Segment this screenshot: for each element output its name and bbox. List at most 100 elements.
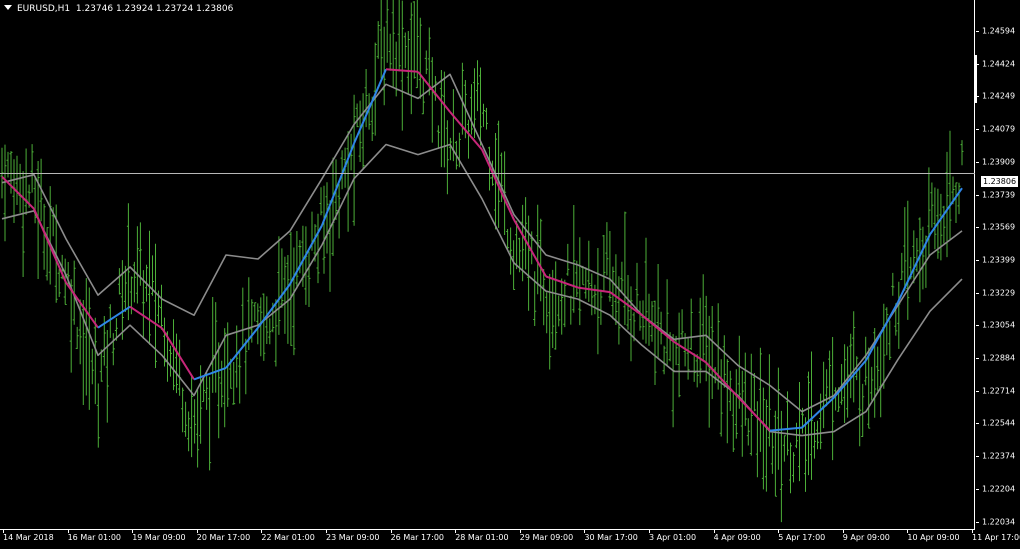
price-bar xyxy=(232,362,236,405)
price-bar xyxy=(433,76,437,101)
price-bar xyxy=(680,309,684,338)
price-bar xyxy=(328,200,332,292)
price-bar xyxy=(587,240,591,302)
price-bar xyxy=(382,26,386,106)
price-bar xyxy=(581,265,585,286)
price-bar xyxy=(888,320,892,360)
price-bar xyxy=(740,370,744,457)
trend-up-segment xyxy=(833,359,867,399)
price-axis-label: 1.24079 xyxy=(982,124,1016,134)
price-bar xyxy=(84,278,88,396)
price-bar xyxy=(238,350,242,404)
trend-down-segment xyxy=(161,327,195,380)
price-bar xyxy=(674,335,678,366)
price-bar xyxy=(439,70,443,168)
price-bar xyxy=(822,361,826,429)
price-bar xyxy=(3,144,7,242)
price-bar xyxy=(430,57,434,143)
price-bar xyxy=(319,187,323,216)
price-bar xyxy=(653,300,657,385)
price-bar xyxy=(412,1,416,79)
price-bar xyxy=(698,297,702,384)
chart-area[interactable]: EURUSD,H1 1.23746 1.23924 1.23724 1.2380… xyxy=(0,0,975,530)
time-axis-label: 22 Mar 01:00 xyxy=(261,533,315,542)
price-axis[interactable]: 1.24594 1.24424 1.24249 1.24079 1.23909 1.237… xyxy=(976,0,1020,530)
dropdown-triangle-icon[interactable] xyxy=(4,5,12,10)
time-axis-label: 10 Apr 09:00 xyxy=(907,533,960,542)
price-bar xyxy=(93,317,97,405)
price-bar xyxy=(208,376,212,471)
price-bar xyxy=(897,281,901,349)
price-bar xyxy=(331,157,335,256)
time-axis-label: 11 Apr 17:00 xyxy=(972,533,1020,542)
price-bar xyxy=(816,420,819,450)
price-bar xyxy=(825,369,829,407)
price-bar xyxy=(629,286,633,362)
price-bar xyxy=(18,163,22,213)
price-tick xyxy=(976,521,979,523)
price-bar xyxy=(479,67,482,146)
price-bar xyxy=(903,207,907,291)
price-bar xyxy=(734,369,738,439)
symbol-header[interactable]: EURUSD,H1 1.23746 1.23924 1.23724 1.2380… xyxy=(4,4,233,14)
price-bar xyxy=(596,248,600,355)
price-bar xyxy=(361,93,365,169)
price-tick xyxy=(976,456,979,458)
price-bar xyxy=(605,222,609,276)
price-bar xyxy=(117,268,121,295)
price-bar xyxy=(30,144,34,193)
trend-down-segment xyxy=(129,305,163,330)
price-bar xyxy=(223,328,227,428)
price-bar xyxy=(196,388,200,468)
price-bar xyxy=(388,33,392,71)
price-axis-label: 1.22034 xyxy=(982,517,1016,526)
time-axis[interactable]: 14 Mar 2018 16 Mar 01:00 19 Mar 09:00 20 Ma… xyxy=(0,530,1020,549)
price-bar xyxy=(798,382,801,482)
price-bar xyxy=(617,276,621,345)
price-bar xyxy=(509,227,513,275)
price-bar xyxy=(764,399,768,492)
price-bar xyxy=(885,307,889,356)
price-axis-label: 1.22884 xyxy=(982,353,1016,363)
time-axis-label: 4 Apr 09:00 xyxy=(713,533,761,542)
price-bar xyxy=(75,326,79,349)
time-axis-label: 29 Mar 09:00 xyxy=(519,533,574,542)
price-bar xyxy=(21,171,25,277)
price-bar xyxy=(804,417,807,492)
price-bar xyxy=(834,387,838,411)
price-bar xyxy=(211,297,215,393)
price-bar xyxy=(105,330,109,423)
time-axis-label: 19 Mar 09:00 xyxy=(132,533,186,542)
price-bar xyxy=(746,418,750,446)
price-bar xyxy=(184,401,188,437)
trend-down-segment xyxy=(385,68,419,73)
price-bar xyxy=(175,333,178,394)
price-bar xyxy=(900,252,904,280)
price-bar xyxy=(876,346,880,392)
price-bar xyxy=(686,337,690,380)
price-bar xyxy=(870,366,874,401)
price-bar xyxy=(355,103,359,128)
time-axis-label: 14 Mar 2018 xyxy=(3,533,54,542)
price-bar xyxy=(57,268,61,297)
price-bar xyxy=(662,345,666,375)
price-bar xyxy=(268,318,272,345)
price-bar xyxy=(689,298,693,350)
price-bar xyxy=(792,452,795,483)
price-bar xyxy=(542,269,546,326)
price-tick xyxy=(976,161,979,163)
price-bar xyxy=(485,107,488,130)
price-bar xyxy=(497,120,501,228)
time-axis-label: 23 Mar 09:00 xyxy=(326,533,380,542)
price-bar xyxy=(677,312,681,398)
price-bar xyxy=(810,351,813,480)
price-bar xyxy=(710,306,714,399)
price-tick xyxy=(976,31,979,32)
price-bar xyxy=(560,278,564,335)
price-bar xyxy=(563,279,567,328)
price-bar xyxy=(713,367,717,384)
price-bar xyxy=(614,254,618,325)
price-bar xyxy=(304,226,308,305)
price-bar xyxy=(891,272,895,296)
price-bar xyxy=(406,31,410,94)
